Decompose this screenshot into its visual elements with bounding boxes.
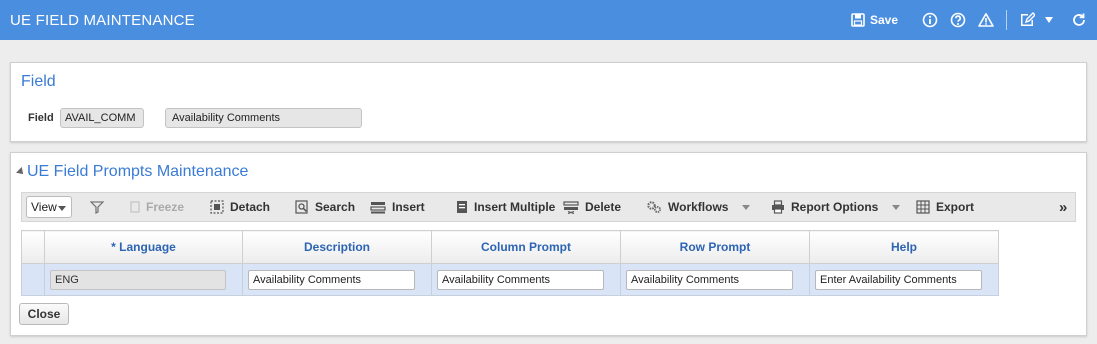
help-input[interactable]: Enter Availability Comments: [815, 269, 982, 290]
column-header-row-prompt[interactable]: Row Prompt: [620, 230, 810, 264]
insert-button[interactable]: Insert: [370, 193, 425, 221]
column-header-language[interactable]: * Language: [44, 230, 243, 264]
insert-multiple-icon: [456, 200, 468, 214]
field-panel-title: Field: [21, 73, 56, 90]
table-row[interactable]: ENG Availability Comments Availability C…: [21, 263, 999, 296]
refresh-icon: [1073, 13, 1085, 26]
description-cell[interactable]: Availability Comments: [242, 263, 432, 296]
title-bar-actions: Save: [839, 0, 1087, 40]
window-title: UE FIELD MAINTENANCE: [10, 12, 195, 29]
delete-button[interactable]: Delete: [563, 193, 621, 221]
detach-button[interactable]: Detach: [210, 193, 270, 221]
workflows-dropdown-icon: [742, 204, 751, 210]
column-prompt-cell[interactable]: Availability Comments: [431, 263, 621, 296]
freeze-button[interactable]: Freeze: [130, 193, 184, 221]
help-cell[interactable]: Enter Availability Comments: [809, 263, 999, 296]
grid-toolbar: View Freeze Detach Search Insert Insert …: [21, 192, 1076, 222]
view-label: View: [31, 200, 57, 214]
insert-multiple-label: Insert Multiple: [474, 200, 556, 214]
freeze-icon: [130, 201, 140, 213]
delete-row-icon: [563, 200, 579, 214]
filter-button[interactable]: [90, 193, 104, 221]
info-icon: [922, 12, 938, 28]
column-header-help[interactable]: Help: [809, 230, 999, 264]
toolbar-overflow-button[interactable]: »: [1059, 193, 1067, 221]
title-bar: UE FIELD MAINTENANCE Save: [0, 0, 1097, 40]
export-button[interactable]: Export: [916, 193, 974, 221]
insert-label: Insert: [392, 200, 425, 214]
more-dropdown-button[interactable]: [1045, 17, 1053, 23]
warning-icon: [978, 13, 994, 27]
insert-multiple-button[interactable]: Insert Multiple: [456, 193, 555, 221]
insert-row-icon: [370, 200, 386, 214]
edit-icon: [1021, 12, 1035, 26]
double-chevron-right-icon: »: [1059, 198, 1068, 216]
save-icon: [851, 13, 865, 27]
workflows-button[interactable]: Workflows: [646, 193, 751, 221]
prompts-panel: UE Field Prompts Maintenance View Freeze…: [10, 152, 1087, 336]
description-input[interactable]: Availability Comments: [248, 269, 415, 290]
prompts-table: * Language Description Column Prompt Row…: [21, 230, 999, 296]
save-label: Save: [869, 13, 898, 27]
view-dropdown[interactable]: View: [26, 196, 72, 218]
printer-icon: [771, 200, 785, 214]
export-icon: [916, 200, 930, 214]
workflows-label: Workflows: [668, 200, 729, 214]
close-button[interactable]: Close: [19, 303, 69, 325]
column-prompt-input[interactable]: Availability Comments: [437, 269, 604, 290]
row-selector-header: [21, 230, 45, 264]
toolbar-separator: [1006, 10, 1007, 30]
dropdown-icon: [1045, 17, 1053, 23]
help-button[interactable]: [950, 12, 966, 28]
freeze-label: Freeze: [146, 200, 185, 214]
detach-label: Detach: [230, 200, 271, 214]
warning-button[interactable]: [978, 12, 994, 28]
delete-label: Delete: [585, 200, 622, 214]
field-panel: Field Field AVAIL_COMM Availability Comm…: [10, 62, 1087, 142]
search-button[interactable]: Search: [295, 193, 355, 221]
info-button[interactable]: [922, 12, 938, 28]
language-cell: ENG: [44, 263, 243, 296]
row-prompt-cell[interactable]: Availability Comments: [620, 263, 810, 296]
search-icon: [295, 200, 309, 214]
detach-icon: [210, 200, 224, 214]
edit-button[interactable]: [1019, 12, 1035, 28]
field-label: Field: [28, 112, 54, 124]
table-header-row: * Language Description Column Prompt Row…: [21, 230, 999, 264]
field-code-display: AVAIL_COMM: [60, 108, 144, 128]
prompts-panel-title: UE Field Prompts Maintenance: [27, 163, 249, 180]
gears-icon: [646, 200, 662, 214]
collapse-arrow-icon[interactable]: [16, 167, 26, 177]
language-display: ENG: [50, 269, 226, 290]
report-options-label: Report Options: [791, 200, 879, 214]
chevron-down-icon: [58, 206, 66, 211]
row-prompt-input[interactable]: Availability Comments: [626, 269, 793, 290]
search-label: Search: [315, 200, 356, 214]
save-button[interactable]: Save: [851, 13, 898, 27]
refresh-button[interactable]: [1071, 12, 1087, 28]
row-selector[interactable]: [21, 263, 45, 296]
column-header-description[interactable]: Description: [242, 230, 432, 264]
field-description-display: Availability Comments: [165, 108, 362, 128]
help-icon: [950, 12, 966, 28]
column-header-column-prompt[interactable]: Column Prompt: [431, 230, 621, 264]
report-options-dropdown-icon: [892, 204, 901, 210]
export-label: Export: [936, 200, 975, 214]
filter-icon: [90, 201, 104, 214]
report-options-button[interactable]: Report Options: [771, 193, 901, 221]
